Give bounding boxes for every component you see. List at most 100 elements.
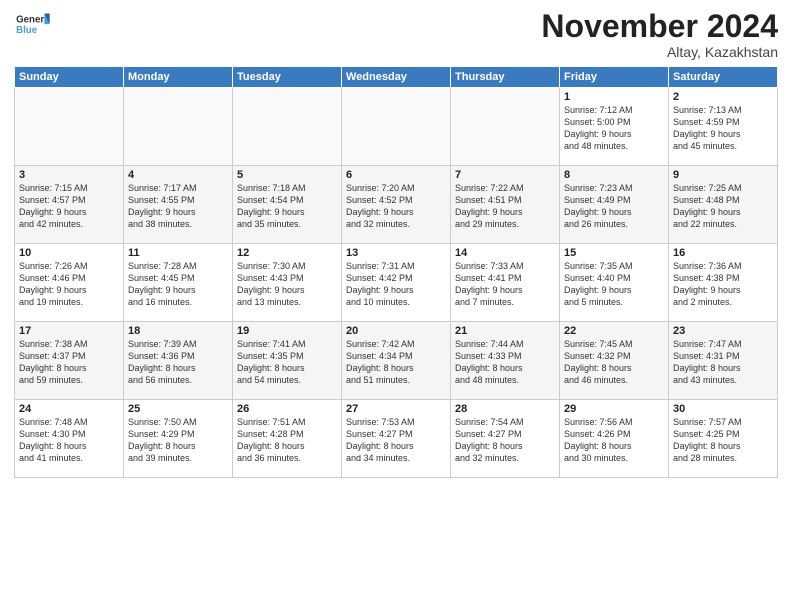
- logo: General Blue: [14, 10, 50, 40]
- calendar-cell: 28Sunrise: 7:54 AMSunset: 4:27 PMDayligh…: [451, 400, 560, 478]
- calendar-cell: 26Sunrise: 7:51 AMSunset: 4:28 PMDayligh…: [233, 400, 342, 478]
- day-info: Sunrise: 7:57 AMSunset: 4:25 PMDaylight:…: [673, 416, 773, 465]
- weekday-header-saturday: Saturday: [669, 67, 778, 88]
- day-number: 12: [237, 247, 337, 259]
- day-number: 18: [128, 325, 228, 337]
- title-block: November 2024 Altay, Kazakhstan: [541, 10, 778, 60]
- day-info: Sunrise: 7:45 AMSunset: 4:32 PMDaylight:…: [564, 338, 664, 387]
- day-number: 11: [128, 247, 228, 259]
- weekday-header-friday: Friday: [560, 67, 669, 88]
- day-number: 23: [673, 325, 773, 337]
- day-number: 1: [564, 91, 664, 103]
- day-info: Sunrise: 7:17 AMSunset: 4:55 PMDaylight:…: [128, 182, 228, 231]
- day-number: 30: [673, 403, 773, 415]
- day-number: 14: [455, 247, 555, 259]
- day-info: Sunrise: 7:23 AMSunset: 4:49 PMDaylight:…: [564, 182, 664, 231]
- month-title: November 2024: [541, 10, 778, 42]
- logo-icon: General Blue: [14, 10, 50, 40]
- calendar-cell: 23Sunrise: 7:47 AMSunset: 4:31 PMDayligh…: [669, 322, 778, 400]
- day-info: Sunrise: 7:54 AMSunset: 4:27 PMDaylight:…: [455, 416, 555, 465]
- day-number: 15: [564, 247, 664, 259]
- day-number: 19: [237, 325, 337, 337]
- calendar-cell: 7Sunrise: 7:22 AMSunset: 4:51 PMDaylight…: [451, 166, 560, 244]
- weekday-header-wednesday: Wednesday: [342, 67, 451, 88]
- day-info: Sunrise: 7:22 AMSunset: 4:51 PMDaylight:…: [455, 182, 555, 231]
- calendar-cell: 4Sunrise: 7:17 AMSunset: 4:55 PMDaylight…: [124, 166, 233, 244]
- day-number: 8: [564, 169, 664, 181]
- svg-text:Blue: Blue: [16, 25, 38, 36]
- calendar-cell: 15Sunrise: 7:35 AMSunset: 4:40 PMDayligh…: [560, 244, 669, 322]
- day-info: Sunrise: 7:35 AMSunset: 4:40 PMDaylight:…: [564, 260, 664, 309]
- day-number: 2: [673, 91, 773, 103]
- day-number: 26: [237, 403, 337, 415]
- day-number: 20: [346, 325, 446, 337]
- week-row-4: 17Sunrise: 7:38 AMSunset: 4:37 PMDayligh…: [15, 322, 778, 400]
- day-info: Sunrise: 7:42 AMSunset: 4:34 PMDaylight:…: [346, 338, 446, 387]
- day-info: Sunrise: 7:47 AMSunset: 4:31 PMDaylight:…: [673, 338, 773, 387]
- day-number: 10: [19, 247, 119, 259]
- calendar-cell: 6Sunrise: 7:20 AMSunset: 4:52 PMDaylight…: [342, 166, 451, 244]
- calendar-cell: 5Sunrise: 7:18 AMSunset: 4:54 PMDaylight…: [233, 166, 342, 244]
- day-number: 3: [19, 169, 119, 181]
- calendar-table: SundayMondayTuesdayWednesdayThursdayFrid…: [14, 66, 778, 478]
- day-number: 17: [19, 325, 119, 337]
- day-info: Sunrise: 7:30 AMSunset: 4:43 PMDaylight:…: [237, 260, 337, 309]
- calendar-cell: [451, 88, 560, 166]
- day-info: Sunrise: 7:33 AMSunset: 4:41 PMDaylight:…: [455, 260, 555, 309]
- calendar-cell: 19Sunrise: 7:41 AMSunset: 4:35 PMDayligh…: [233, 322, 342, 400]
- day-info: Sunrise: 7:28 AMSunset: 4:45 PMDaylight:…: [128, 260, 228, 309]
- day-info: Sunrise: 7:36 AMSunset: 4:38 PMDaylight:…: [673, 260, 773, 309]
- calendar-cell: 20Sunrise: 7:42 AMSunset: 4:34 PMDayligh…: [342, 322, 451, 400]
- day-number: 22: [564, 325, 664, 337]
- calendar-cell: [15, 88, 124, 166]
- calendar-cell: 18Sunrise: 7:39 AMSunset: 4:36 PMDayligh…: [124, 322, 233, 400]
- weekday-header-row: SundayMondayTuesdayWednesdayThursdayFrid…: [15, 67, 778, 88]
- day-number: 25: [128, 403, 228, 415]
- calendar-cell: 10Sunrise: 7:26 AMSunset: 4:46 PMDayligh…: [15, 244, 124, 322]
- calendar-cell: 11Sunrise: 7:28 AMSunset: 4:45 PMDayligh…: [124, 244, 233, 322]
- calendar-cell: 14Sunrise: 7:33 AMSunset: 4:41 PMDayligh…: [451, 244, 560, 322]
- day-info: Sunrise: 7:31 AMSunset: 4:42 PMDaylight:…: [346, 260, 446, 309]
- calendar-cell: 8Sunrise: 7:23 AMSunset: 4:49 PMDaylight…: [560, 166, 669, 244]
- day-number: 29: [564, 403, 664, 415]
- day-info: Sunrise: 7:18 AMSunset: 4:54 PMDaylight:…: [237, 182, 337, 231]
- day-number: 21: [455, 325, 555, 337]
- calendar-cell: [233, 88, 342, 166]
- weekday-header-monday: Monday: [124, 67, 233, 88]
- day-info: Sunrise: 7:26 AMSunset: 4:46 PMDaylight:…: [19, 260, 119, 309]
- day-info: Sunrise: 7:25 AMSunset: 4:48 PMDaylight:…: [673, 182, 773, 231]
- calendar-cell: 16Sunrise: 7:36 AMSunset: 4:38 PMDayligh…: [669, 244, 778, 322]
- day-number: 16: [673, 247, 773, 259]
- day-info: Sunrise: 7:53 AMSunset: 4:27 PMDaylight:…: [346, 416, 446, 465]
- day-number: 27: [346, 403, 446, 415]
- day-info: Sunrise: 7:44 AMSunset: 4:33 PMDaylight:…: [455, 338, 555, 387]
- weekday-header-sunday: Sunday: [15, 67, 124, 88]
- calendar-cell: 1Sunrise: 7:12 AMSunset: 5:00 PMDaylight…: [560, 88, 669, 166]
- day-info: Sunrise: 7:12 AMSunset: 5:00 PMDaylight:…: [564, 104, 664, 153]
- weekday-header-tuesday: Tuesday: [233, 67, 342, 88]
- day-info: Sunrise: 7:48 AMSunset: 4:30 PMDaylight:…: [19, 416, 119, 465]
- calendar-cell: 9Sunrise: 7:25 AMSunset: 4:48 PMDaylight…: [669, 166, 778, 244]
- day-info: Sunrise: 7:51 AMSunset: 4:28 PMDaylight:…: [237, 416, 337, 465]
- day-number: 4: [128, 169, 228, 181]
- calendar-cell: 21Sunrise: 7:44 AMSunset: 4:33 PMDayligh…: [451, 322, 560, 400]
- calendar-cell: 30Sunrise: 7:57 AMSunset: 4:25 PMDayligh…: [669, 400, 778, 478]
- calendar-cell: 3Sunrise: 7:15 AMSunset: 4:57 PMDaylight…: [15, 166, 124, 244]
- location-title: Altay, Kazakhstan: [541, 44, 778, 60]
- calendar-cell: [124, 88, 233, 166]
- calendar-cell: [342, 88, 451, 166]
- calendar-cell: 29Sunrise: 7:56 AMSunset: 4:26 PMDayligh…: [560, 400, 669, 478]
- day-info: Sunrise: 7:15 AMSunset: 4:57 PMDaylight:…: [19, 182, 119, 231]
- day-info: Sunrise: 7:38 AMSunset: 4:37 PMDaylight:…: [19, 338, 119, 387]
- week-row-1: 1Sunrise: 7:12 AMSunset: 5:00 PMDaylight…: [15, 88, 778, 166]
- calendar-cell: 27Sunrise: 7:53 AMSunset: 4:27 PMDayligh…: [342, 400, 451, 478]
- day-info: Sunrise: 7:39 AMSunset: 4:36 PMDaylight:…: [128, 338, 228, 387]
- page: General Blue November 2024 Altay, Kazakh…: [0, 0, 792, 612]
- calendar-cell: 25Sunrise: 7:50 AMSunset: 4:29 PMDayligh…: [124, 400, 233, 478]
- day-number: 13: [346, 247, 446, 259]
- day-number: 6: [346, 169, 446, 181]
- week-row-2: 3Sunrise: 7:15 AMSunset: 4:57 PMDaylight…: [15, 166, 778, 244]
- day-info: Sunrise: 7:50 AMSunset: 4:29 PMDaylight:…: [128, 416, 228, 465]
- day-number: 9: [673, 169, 773, 181]
- day-info: Sunrise: 7:41 AMSunset: 4:35 PMDaylight:…: [237, 338, 337, 387]
